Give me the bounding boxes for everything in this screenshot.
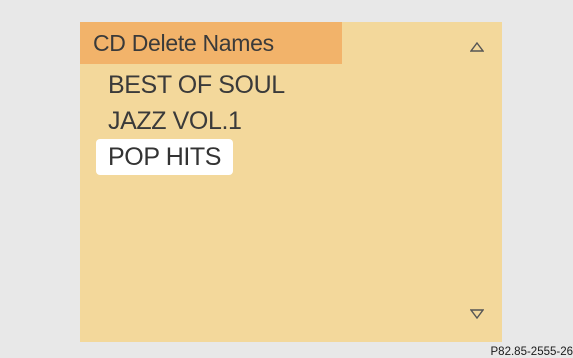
list-item-label: POP HITS (96, 139, 234, 175)
figure-reference: P82.85-2555-26 (490, 346, 573, 358)
scroll-up-icon[interactable] (470, 42, 484, 52)
list-item[interactable]: JAZZ VOL.1 (96, 103, 502, 139)
cd-name-list: BEST OF SOUL JAZZ VOL.1 POP HITS (96, 67, 502, 175)
list-item-label: BEST OF SOUL (108, 71, 285, 99)
list-item-selected[interactable]: POP HITS (96, 139, 502, 175)
screen-title: CD Delete Names (93, 30, 274, 56)
list-item[interactable]: BEST OF SOUL (96, 67, 502, 103)
screen-header: CD Delete Names (80, 22, 342, 64)
scroll-down-icon[interactable] (470, 309, 484, 319)
list-item-label: JAZZ VOL.1 (108, 107, 242, 135)
cd-delete-names-screen: CD Delete Names BEST OF SOUL JAZZ VOL.1 … (80, 22, 502, 342)
